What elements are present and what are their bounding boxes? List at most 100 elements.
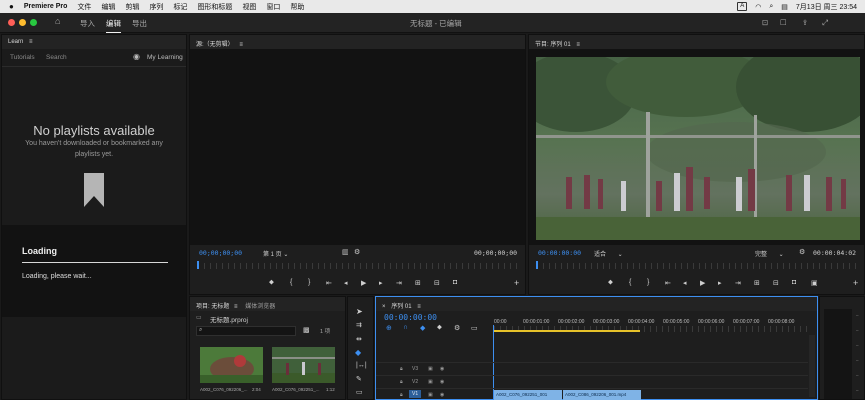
wifi-icon[interactable]: ◠ — [755, 3, 761, 11]
feedback-icon[interactable]: ☐ — [780, 18, 787, 27]
input-method-indicator[interactable]: A — [737, 2, 748, 11]
panel-menu-icon[interactable]: ≡ — [417, 304, 421, 310]
program-playhead[interactable] — [536, 261, 538, 269]
my-learning-link[interactable]: My Learning — [147, 54, 183, 61]
lift-icon[interactable]: ⊞ — [754, 279, 760, 287]
close-icon[interactable]: × — [382, 304, 386, 310]
add-button-icon[interactable]: + — [514, 278, 519, 288]
work-area-bar[interactable] — [494, 330, 640, 332]
eye-icon[interactable]: ◉ — [440, 366, 444, 372]
menu-clip[interactable]: 剪辑 — [125, 2, 139, 12]
menu-view[interactable]: 视图 — [242, 2, 256, 12]
timeline-sequence-tab[interactable]: 序列 01 — [391, 304, 411, 310]
learn-tab-tutorials[interactable]: Tutorials — [10, 54, 35, 61]
close-window-button[interactable] — [8, 19, 15, 26]
slip-tool-icon[interactable]: |↔| — [356, 362, 367, 369]
timeline-ruler[interactable]: 00:00 00:00:01:00 00:00:02:00 00:00:03:0… — [494, 317, 812, 333]
zoom-window-button[interactable] — [30, 19, 37, 26]
rectangle-tool-icon[interactable]: ▭ — [356, 388, 363, 396]
panel-menu-icon[interactable]: ≡ — [234, 304, 238, 310]
export-frame-icon[interactable]: ◘ — [792, 279, 796, 286]
overwrite-icon[interactable]: ⊟ — [434, 279, 440, 287]
timeline-timecode[interactable]: 00:00:00:00 — [384, 313, 437, 322]
quick-export-icon[interactable]: ⊡ — [762, 18, 768, 27]
timeline-clip[interactable]: A002_C076_092251_001 — [494, 390, 562, 400]
snap-icon[interactable]: ⊕ — [386, 324, 392, 332]
lock-icon[interactable]: 🔒︎ — [400, 379, 403, 385]
fullscreen-icon[interactable]: ⤢ — [822, 18, 828, 28]
menu-file[interactable]: 文件 — [77, 2, 91, 12]
step-back-icon[interactable]: ◂ — [344, 279, 348, 287]
menu-edit[interactable]: 编辑 — [101, 2, 115, 12]
timeline-scrollbar[interactable] — [809, 335, 815, 397]
go-to-out-icon[interactable]: ⇥ — [735, 279, 741, 287]
timeline-clip[interactable]: A002_C086_092206_001.mp4 — [563, 390, 641, 400]
selection-tool-icon[interactable]: ➤ — [356, 307, 363, 316]
new-bin-icon[interactable]: ▩ — [303, 326, 310, 334]
workspace-export[interactable]: 导出 — [132, 18, 147, 29]
play-icon[interactable]: ▶ — [361, 279, 366, 287]
add-button-icon[interactable]: + — [853, 278, 858, 288]
panel-menu-icon[interactable]: ≡ — [29, 39, 33, 45]
home-icon[interactable]: ⌂ — [55, 16, 60, 26]
mark-in-icon[interactable]: { — [629, 279, 631, 286]
apple-icon[interactable]: ● — [9, 2, 14, 11]
eye-icon[interactable]: ◉ — [440, 379, 444, 385]
project-clip-thumb[interactable] — [272, 347, 335, 383]
mark-in-icon[interactable]: { — [290, 279, 292, 286]
user-icon[interactable]: ◉ — [133, 52, 140, 61]
add-marker-icon[interactable]: ◆ — [420, 324, 425, 332]
insert-icon[interactable]: ⊞ — [415, 279, 421, 287]
workspace-edit[interactable]: 编辑 — [106, 18, 121, 33]
learn-tab-search[interactable]: Search — [46, 54, 67, 61]
mark-out-icon[interactable]: } — [647, 279, 649, 286]
source-page-select[interactable]: 第 1 页 ⌄ — [263, 249, 288, 258]
linked-selection-icon[interactable]: ∩ — [403, 324, 408, 331]
step-forward-icon[interactable]: ▸ — [379, 279, 383, 287]
menu-graphics[interactable]: 图形和标题 — [197, 2, 232, 12]
play-icon[interactable]: ▶ — [700, 279, 705, 287]
program-fit-select[interactable]: 适合 ⌄ — [594, 249, 623, 258]
learn-panel-title[interactable]: Learn — [8, 39, 23, 45]
source-time-ruler[interactable] — [198, 263, 518, 269]
clock[interactable]: 7月13日 周三 23:54 — [796, 2, 857, 12]
ripple-edit-icon[interactable]: ⇹ — [356, 335, 362, 343]
control-center-icon[interactable]: ▤ — [781, 3, 788, 11]
app-menu[interactable]: Premiere Pro — [24, 3, 68, 10]
source-timecode-in[interactable]: 00;00;00;00 — [199, 249, 242, 257]
settings-icon[interactable]: ▥ — [342, 248, 349, 256]
source-monitor-title[interactable]: 源:（无剪辑） — [196, 42, 234, 48]
panel-menu-icon[interactable]: ≡ — [239, 42, 243, 48]
program-quality-select[interactable]: 完整 ⌄ — [755, 249, 784, 258]
media-browser-tab[interactable]: 媒体浏览器 — [245, 304, 275, 310]
razor-tool-icon[interactable]: ◆ — [355, 348, 361, 357]
project-search-input[interactable]: ⌕ — [196, 326, 296, 336]
marker-icon[interactable]: ⬥ — [608, 279, 613, 287]
wrench-icon[interactable]: ⚙ — [799, 248, 805, 256]
sync-lock-icon[interactable]: ▣ — [428, 366, 433, 372]
sync-lock-icon[interactable]: ▣ — [428, 379, 433, 385]
menu-markers[interactable]: 标记 — [173, 2, 187, 12]
track-label[interactable]: V3 — [412, 366, 418, 372]
minimize-window-button[interactable] — [19, 19, 26, 26]
search-icon[interactable]: ⌕ — [769, 3, 773, 11]
menu-help[interactable]: 帮助 — [290, 2, 304, 12]
pen-tool-icon[interactable]: ✎ — [356, 375, 362, 383]
comparison-view-icon[interactable]: ▣ — [811, 279, 818, 287]
track-select-icon[interactable]: ⇉ — [356, 321, 362, 329]
captions-icon[interactable]: ▭ — [471, 324, 478, 332]
step-forward-icon[interactable]: ▸ — [718, 279, 722, 287]
source-playhead[interactable] — [197, 261, 199, 269]
go-to-in-icon[interactable]: ⇤ — [665, 279, 671, 287]
export-frame-icon[interactable]: ◘ — [453, 279, 457, 286]
source-viewer[interactable] — [190, 49, 525, 245]
menu-window[interactable]: 窗口 — [266, 2, 280, 12]
program-time-ruler[interactable] — [537, 263, 857, 269]
project-clip-thumb[interactable] — [200, 347, 263, 383]
eye-icon[interactable]: ◉ — [440, 392, 444, 398]
track-label[interactable]: V2 — [412, 379, 418, 385]
program-timecode-in[interactable]: 00:00:00:00 — [538, 249, 581, 257]
project-tab[interactable]: 项目: 无标题 — [196, 304, 229, 310]
mark-out-icon[interactable]: } — [308, 279, 310, 286]
step-back-icon[interactable]: ◂ — [683, 279, 687, 287]
